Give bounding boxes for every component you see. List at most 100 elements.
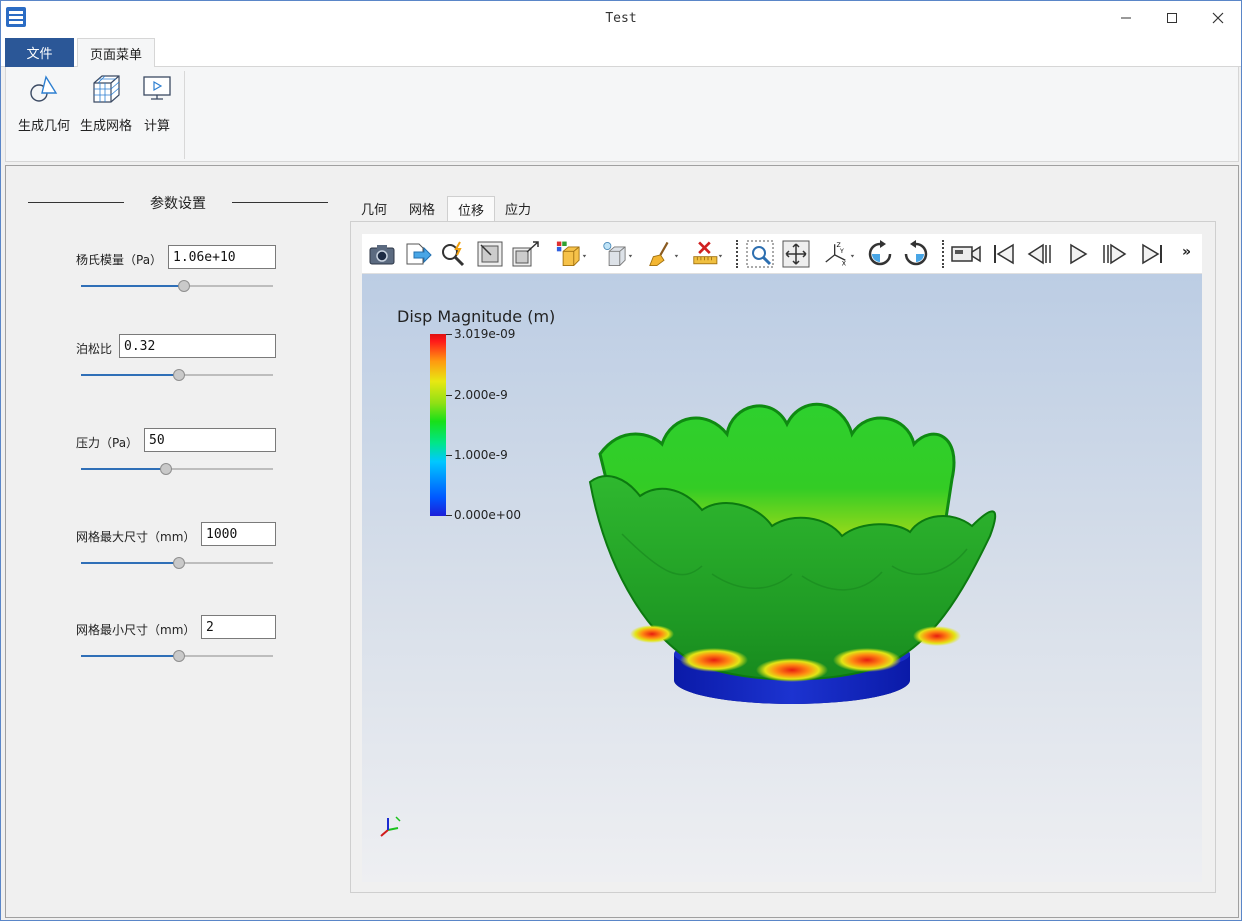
pressure-input[interactable] [144, 428, 276, 452]
export-icon [406, 243, 432, 265]
maximize-icon [1167, 13, 1177, 23]
tab-displacement[interactable]: 位移 [447, 196, 496, 221]
zoom-box-button[interactable] [744, 237, 776, 271]
param-settings-header: 参数设置 [28, 192, 328, 212]
slider-thumb[interactable] [173, 557, 185, 569]
bulb-cube-icon [603, 242, 633, 266]
app-window: Test 文件 页面菜单 生成几何 生成网格 计算 参数设置 杨氏模量（Pa） … [0, 0, 1242, 921]
zoom-box-icon [746, 240, 774, 268]
toolbar-separator [736, 240, 738, 268]
poisson-ratio-input[interactable] [119, 334, 276, 358]
toolbar-separator [942, 240, 944, 268]
render-viewport[interactable]: Disp Magnitude (m) 3.019e-09 2.000e-9 1.… [362, 274, 1202, 882]
next-frame-icon [1103, 243, 1127, 265]
mesh-cube-icon [93, 75, 120, 103]
xyz-axes-icon: ZYX [825, 242, 855, 268]
generate-mesh-button[interactable]: 生成网格 [78, 73, 134, 143]
rotate-clockwise-icon [868, 240, 892, 266]
generate-mesh-label: 生成网格 [79, 119, 132, 134]
slider-thumb[interactable] [173, 369, 185, 381]
rotate-ccw-button[interactable] [900, 237, 932, 271]
param-settings-title: 参数设置 [150, 196, 206, 212]
generate-geometry-button[interactable]: 生成几何 [16, 73, 72, 143]
title-bar: Test [1, 1, 1241, 37]
tab-mesh[interactable]: 网格 [399, 196, 445, 221]
mesh-min-size-input[interactable] [201, 615, 276, 639]
previous-frame-button[interactable] [1024, 237, 1056, 271]
monitor-play-icon [143, 76, 171, 100]
ribbon: 生成几何 生成网格 计算 [5, 67, 1239, 162]
menu-bar: 文件 页面菜单 [1, 37, 1241, 68]
move-arrows-icon [782, 240, 810, 268]
video-camera-icon [951, 245, 981, 263]
export-button[interactable] [402, 237, 434, 271]
slider-thumb[interactable] [173, 650, 185, 662]
tab-stress[interactable]: 应力 [495, 196, 541, 221]
poisson-ratio-label: 泊松比 [76, 342, 113, 356]
measure-button[interactable] [692, 237, 724, 271]
main-content: 参数设置 杨氏模量（Pa） 泊松比 压力（Pa） [5, 165, 1239, 918]
play-button[interactable] [1062, 237, 1094, 271]
rotate-cw-button[interactable] [864, 237, 896, 271]
last-frame-button[interactable] [1136, 237, 1168, 271]
probe-button[interactable] [438, 237, 470, 271]
screenshot-button[interactable] [366, 237, 398, 271]
pan-button[interactable] [780, 237, 812, 271]
generate-geometry-label: 生成几何 [17, 119, 70, 134]
display-mode-button[interactable] [556, 237, 588, 271]
axes-orientation-button[interactable]: ZYX [824, 237, 856, 271]
youngs-modulus-input[interactable] [168, 245, 276, 269]
zoom-to-fit-button[interactable] [510, 237, 542, 271]
mesh-max-size-label: 网格最大尺寸（mm） [76, 530, 196, 544]
bowl-model [588, 402, 997, 704]
pressure-slider[interactable] [81, 462, 273, 476]
svg-text:X: X [842, 261, 847, 268]
first-frame-icon [994, 243, 1014, 265]
youngs-modulus-slider[interactable] [81, 279, 273, 293]
magnifier-lightning-icon [442, 241, 465, 267]
clear-button[interactable] [648, 237, 680, 271]
mesh-max-size-slider[interactable] [81, 556, 273, 570]
first-frame-button[interactable] [988, 237, 1020, 271]
colored-cube-icon [556, 241, 587, 266]
close-button[interactable] [1195, 1, 1241, 35]
close-icon [1212, 12, 1224, 24]
record-button[interactable] [950, 237, 982, 271]
previous-frame-icon [1027, 243, 1051, 265]
slider-fill [81, 562, 179, 564]
frame-arrow-icon [477, 241, 503, 267]
poisson-ratio-slider[interactable] [81, 368, 273, 382]
window-title: Test [605, 11, 637, 26]
slider-fill [81, 468, 166, 470]
header-divider-left [28, 202, 124, 203]
mesh-min-size-label: 网格最小尺寸（mm） [76, 623, 196, 637]
last-frame-icon [1142, 243, 1162, 265]
toolbar-overflow-button[interactable]: » [1182, 244, 1191, 260]
maximize-button[interactable] [1149, 1, 1195, 35]
tab-geometry[interactable]: 几何 [351, 196, 397, 221]
youngs-modulus-label: 杨氏模量（Pa） [76, 253, 163, 267]
orientation-axes-icon [380, 816, 401, 837]
menu-tab-page-menu[interactable]: 页面菜单 [77, 38, 155, 68]
calculate-button[interactable]: 计算 [138, 73, 176, 143]
camera-icon [369, 245, 395, 265]
lighting-button[interactable] [602, 237, 634, 271]
minimize-button[interactable] [1103, 1, 1149, 35]
svg-text:Y: Y [839, 248, 844, 255]
slider-thumb[interactable] [178, 280, 190, 292]
slider-fill [81, 285, 184, 287]
slider-thumb[interactable] [160, 463, 172, 475]
menu-tab-file[interactable]: 文件 [5, 38, 74, 67]
header-divider-right [232, 202, 328, 203]
viewer-toolbar: ZYX » [362, 234, 1202, 274]
reset-view-button[interactable] [474, 237, 506, 271]
rotate-counterclockwise-icon [904, 240, 928, 266]
mesh-min-size-slider[interactable] [81, 649, 273, 663]
play-icon [1070, 243, 1088, 265]
geometry-icon [30, 75, 58, 102]
next-frame-button[interactable] [1098, 237, 1130, 271]
calculate-label: 计算 [143, 119, 170, 134]
minimize-icon [1121, 17, 1131, 19]
ribbon-group-separator [184, 71, 185, 159]
mesh-max-size-input[interactable] [201, 522, 276, 546]
